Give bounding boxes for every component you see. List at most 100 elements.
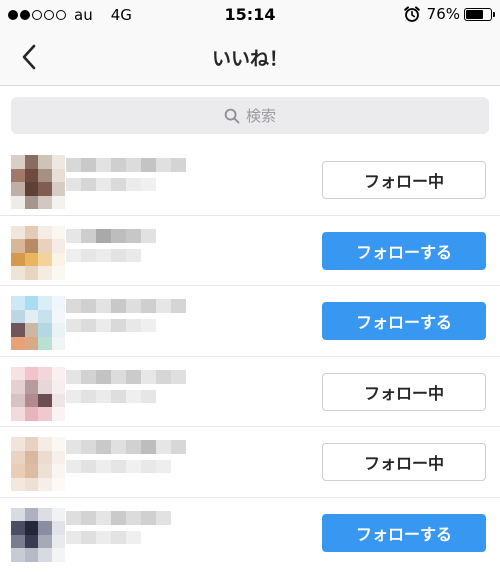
avatar-pixel: [11, 380, 25, 394]
avatar-pixel: [11, 296, 25, 310]
avatar-pixel: [51, 266, 65, 280]
blur-pixel: [126, 178, 141, 191]
avatar[interactable]: [11, 296, 65, 350]
user-row[interactable]: フォロー中: [0, 145, 500, 216]
avatar-pixel: [24, 252, 38, 266]
avatar-pixel: [51, 407, 65, 421]
username-blurred[interactable]: [66, 228, 156, 243]
avatar-pixel: [24, 534, 38, 548]
follow-button[interactable]: フォローする: [322, 231, 486, 270]
blur-pixel: [81, 369, 96, 384]
blur-pixel: [126, 369, 141, 384]
following-button[interactable]: フォロー中: [322, 372, 486, 411]
avatar-pixel: [38, 195, 52, 209]
avatar-pixel: [24, 239, 38, 253]
avatar-pixel: [11, 521, 25, 535]
username-blurred[interactable]: [66, 440, 186, 454]
avatar-pixel: [51, 477, 65, 491]
avatar-pixel: [24, 437, 38, 451]
blur-pixel: [141, 158, 156, 172]
avatar-pixel: [51, 437, 65, 451]
avatar-pixel: [11, 507, 25, 521]
avatar-pixel: [11, 252, 25, 266]
blur-pixel: [66, 319, 81, 332]
blur-pixel: [141, 178, 156, 191]
blur-pixel: [81, 248, 96, 262]
avatar-pixel: [24, 407, 38, 421]
blur-pixel: [96, 248, 111, 262]
avatar-pixel: [51, 323, 65, 337]
battery-percent: 76%: [426, 5, 460, 23]
avatar-pixel: [51, 380, 65, 394]
user-row[interactable]: フォローする: [0, 498, 500, 569]
follow-button[interactable]: フォローする: [322, 302, 486, 340]
username-blurred[interactable]: [66, 299, 186, 313]
avatar[interactable]: [11, 437, 65, 491]
blur-pixel: [96, 530, 111, 544]
following-button[interactable]: フォロー中: [322, 443, 486, 481]
avatar[interactable]: [11, 155, 65, 209]
avatar-pixel: [24, 521, 38, 535]
avatar-pixel: [24, 366, 38, 380]
battery-level: [466, 9, 483, 19]
avatar-pixel: [11, 450, 25, 464]
blur-pixel: [156, 460, 171, 473]
avatar[interactable]: [11, 366, 65, 421]
avatar-pixel: [51, 336, 65, 350]
follow-button[interactable]: フォローする: [322, 513, 486, 552]
blur-pixel: [81, 530, 96, 544]
avatar-pixel: [24, 393, 38, 407]
user-row[interactable]: フォローする: [0, 286, 500, 357]
avatar-pixel: [11, 225, 25, 239]
avatar-pixel: [11, 534, 25, 548]
avatar-pixel: [38, 336, 52, 350]
avatar-pixel: [51, 393, 65, 407]
page-title: いいね！: [211, 48, 288, 70]
status-bar: au 4G 15:14 76%: [0, 0, 500, 30]
avatar-pixel: [38, 168, 52, 182]
blur-pixel: [141, 319, 156, 332]
avatar-pixel: [38, 309, 52, 323]
alarm-clock-icon: [403, 6, 420, 22]
avatar[interactable]: [11, 507, 65, 562]
username-blurred[interactable]: [66, 510, 171, 525]
following-button[interactable]: フォロー中: [322, 161, 486, 199]
blur-pixel: [111, 510, 126, 525]
avatar-pixel: [24, 309, 38, 323]
username-blurred[interactable]: [66, 158, 186, 172]
blur-pixel: [171, 369, 186, 384]
blur-pixel: [96, 510, 111, 525]
blur-pixel: [156, 510, 171, 525]
search-placeholder: 検索: [245, 107, 276, 125]
fullname-blurred: [66, 319, 156, 332]
blur-pixel: [81, 440, 96, 454]
avatar-pixel: [11, 393, 25, 407]
blur-pixel: [96, 460, 111, 473]
avatar-pixel: [38, 182, 52, 196]
user-row[interactable]: フォロー中: [0, 357, 500, 427]
blur-pixel: [66, 248, 81, 262]
nav-bar: いいね！: [0, 30, 500, 86]
blur-pixel: [171, 440, 186, 454]
search-icon: [224, 108, 240, 123]
blur-pixel: [81, 299, 96, 313]
avatar[interactable]: [11, 225, 65, 280]
blur-pixel: [141, 369, 156, 384]
blur-pixel: [111, 369, 126, 384]
blur-pixel: [126, 389, 141, 403]
blur-pixel: [126, 248, 141, 262]
avatar-pixel: [38, 464, 52, 478]
user-row[interactable]: フォロー中: [0, 427, 500, 498]
blur-pixel: [126, 530, 141, 544]
user-row[interactable]: フォローする: [0, 216, 500, 286]
avatar-pixel: [38, 366, 52, 380]
blur-pixel: [156, 369, 171, 384]
blur-pixel: [156, 440, 171, 454]
search-input[interactable]: 検索: [11, 97, 489, 134]
blur-pixel: [81, 510, 96, 525]
user-list: フォロー中 フォローする フォローする フォロー中 フォロー中 フォローする: [0, 145, 500, 568]
username-blurred[interactable]: [66, 369, 186, 384]
avatar-pixel: [11, 266, 25, 280]
avatar-pixel: [11, 309, 25, 323]
blur-pixel: [81, 158, 96, 172]
